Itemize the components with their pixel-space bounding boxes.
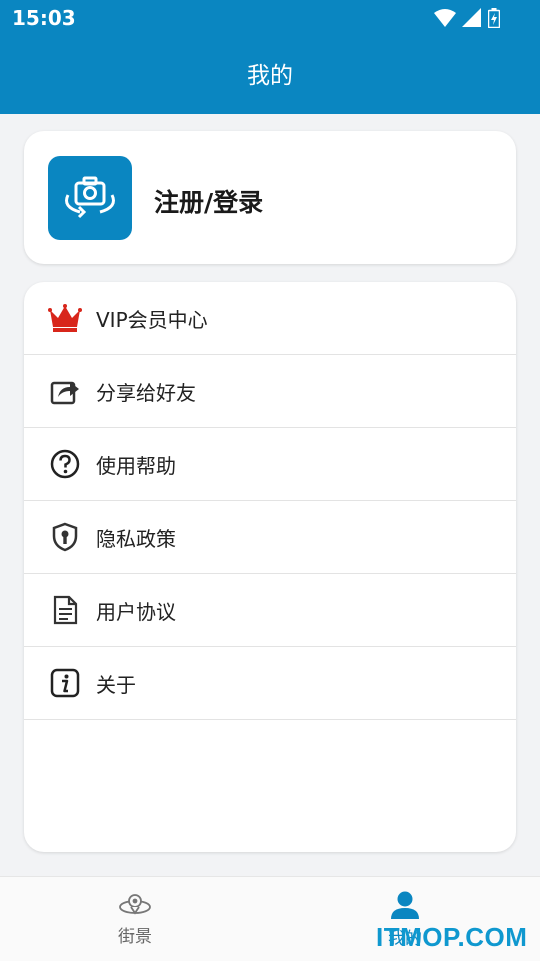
app-logo (48, 156, 132, 240)
page-title: 我的 (247, 63, 293, 89)
menu-item-label: 使用帮助 (96, 453, 176, 478)
help-icon (48, 447, 82, 481)
login-card[interactable]: 注册/登录 (24, 131, 516, 264)
app-bar: 我的 (0, 36, 540, 114)
login-register-label[interactable]: 注册/登录 (154, 183, 263, 219)
menu-item-agreement[interactable]: 用户协议 (24, 574, 516, 647)
signal-icon (462, 8, 481, 27)
menu-item-label: 关于 (96, 672, 136, 697)
user-icon (391, 891, 419, 919)
menu-item-privacy[interactable]: 隐私政策 (24, 501, 516, 574)
share-icon (48, 374, 82, 408)
camera-rotate-icon (65, 176, 115, 219)
document-icon (48, 593, 82, 627)
status-icons (434, 8, 500, 28)
menu-card: VIP会员中心 分享给好友 使用帮助 隐私政策 用户协议 关于 (24, 282, 516, 852)
tab-label: 街景 (118, 926, 152, 947)
menu-item-about[interactable]: 关于 (24, 647, 516, 720)
status-time: 15:03 (12, 6, 76, 30)
tab-street-view[interactable]: 街景 (0, 877, 270, 961)
menu-item-label: 分享给好友 (96, 380, 196, 405)
crown-icon (48, 301, 82, 335)
menu-item-label: 用户协议 (96, 599, 176, 624)
menu-item-vip[interactable]: VIP会员中心 (24, 282, 516, 355)
info-icon (48, 666, 82, 700)
shield-icon (48, 520, 82, 554)
watermark: ITMOP.COM (376, 922, 528, 952)
battery-icon (488, 8, 500, 28)
menu-item-label: 隐私政策 (96, 526, 176, 551)
menu-item-help[interactable]: 使用帮助 (24, 428, 516, 501)
menu-item-share[interactable]: 分享给好友 (24, 355, 516, 428)
wifi-icon (434, 9, 456, 27)
street-view-icon (119, 893, 151, 915)
menu-item-label: VIP会员中心 (96, 307, 208, 332)
status-bar: 15:03 (0, 0, 540, 36)
